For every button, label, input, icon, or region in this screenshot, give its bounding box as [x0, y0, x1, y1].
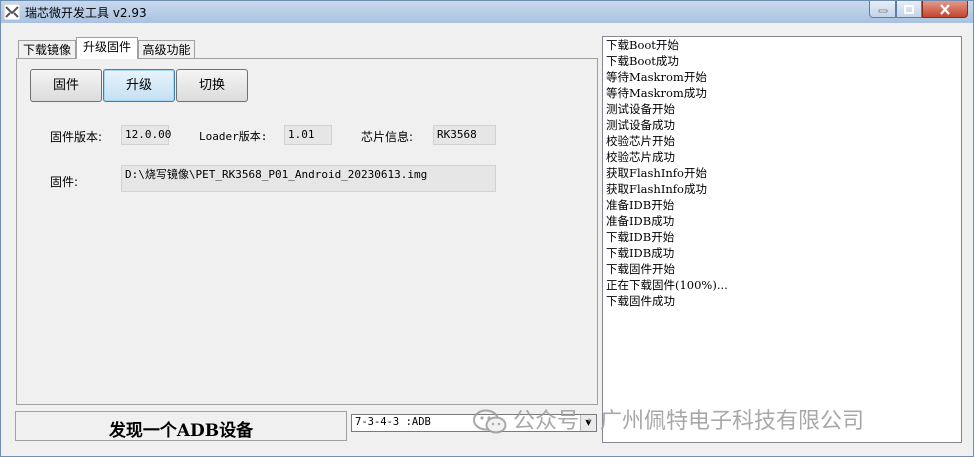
- maximize-icon: [904, 4, 914, 14]
- log-line: 准备IDB成功: [606, 214, 675, 228]
- loader-version-label: Loader版本:: [199, 130, 268, 143]
- watermark-text: 公众号 · 广州佩特电子科技有限公司: [513, 409, 864, 434]
- switch-button-label: 切换: [198, 78, 225, 93]
- app-logo-icon: [4, 4, 20, 20]
- log-line: 校验芯片成功: [606, 150, 675, 164]
- firmware-version-label: 固件版本:: [50, 130, 103, 144]
- close-icon: [940, 3, 950, 15]
- chip-info-value: RK3568: [433, 125, 496, 145]
- tab-advanced[interactable]: 高级功能: [138, 40, 195, 60]
- minimize-icon: [878, 9, 887, 13]
- firmware-path-label: 固件:: [50, 175, 79, 189]
- log-line: 下载Boot成功: [606, 54, 679, 68]
- upgrade-button-label: 升级: [125, 78, 152, 93]
- upgrade-button[interactable]: 升级: [103, 69, 175, 102]
- log-line: 获取FlashInfo成功: [606, 182, 707, 196]
- log-line: 下载固件开始: [606, 262, 675, 276]
- log-line: 下载Boot开始: [606, 38, 679, 52]
- log-line: 测试设备开始: [606, 102, 675, 116]
- minimize-button[interactable]: [869, 1, 896, 18]
- log-line: 等待Maskrom成功: [606, 86, 707, 100]
- log-list[interactable]: 下载Boot开始 下载Boot成功 等待Maskrom开始 等待Maskrom成…: [602, 36, 962, 443]
- app-window: 瑞芯微开发工具 v2.93 下载镜像 升级固件 高级功能 固件 升级 切换 固件…: [0, 0, 974, 457]
- window-title: 瑞芯微开发工具 v2.93: [25, 6, 147, 20]
- log-line: 下载IDB开始: [606, 230, 675, 244]
- loader-version-value: 1.01: [284, 125, 332, 145]
- close-button[interactable]: [922, 1, 968, 18]
- log-line: 下载固件成功: [606, 294, 675, 308]
- log-line: 正在下载固件(100%)...: [606, 278, 728, 292]
- tab-panel: [16, 58, 598, 405]
- tab-download-image[interactable]: 下载镜像: [18, 40, 76, 60]
- firmware-button[interactable]: 固件: [30, 69, 102, 102]
- status-text: 发现一个ADB设备: [108, 421, 254, 441]
- log-line: 下载IDB成功: [606, 246, 675, 260]
- log-line: 测试设备成功: [606, 118, 675, 132]
- log-line: 获取FlashInfo开始: [606, 166, 707, 180]
- log-line: 校验芯片开始: [606, 134, 675, 148]
- firmware-button-label: 固件: [52, 78, 79, 93]
- title-bar[interactable]: 瑞芯微开发工具 v2.93: [1, 1, 973, 23]
- tab-upgrade-firmware[interactable]: 升级固件: [76, 37, 138, 59]
- log-line: 准备IDB开始: [606, 198, 675, 212]
- wechat-icon: [473, 409, 507, 434]
- tab-label: 升级固件: [82, 40, 131, 54]
- watermark: 公众号 · 广州佩特电子科技有限公司: [473, 403, 864, 434]
- chip-info-label: 芯片信息:: [361, 130, 414, 144]
- device-select-value: 7-3-4-3 :ADB: [355, 416, 431, 428]
- log-line: 等待Maskrom开始: [606, 70, 707, 84]
- firmware-version-value: 12.0.00: [121, 125, 171, 145]
- firmware-path-field: D:\烧写镜像\PET_RK3568_P01_Android_20230613.…: [121, 165, 496, 192]
- maximize-button[interactable]: [896, 1, 922, 18]
- tab-label: 高级功能: [142, 43, 191, 57]
- status-panel: 发现一个ADB设备: [15, 411, 347, 441]
- switch-button[interactable]: 切换: [176, 69, 248, 102]
- tab-label: 下载镜像: [22, 43, 71, 57]
